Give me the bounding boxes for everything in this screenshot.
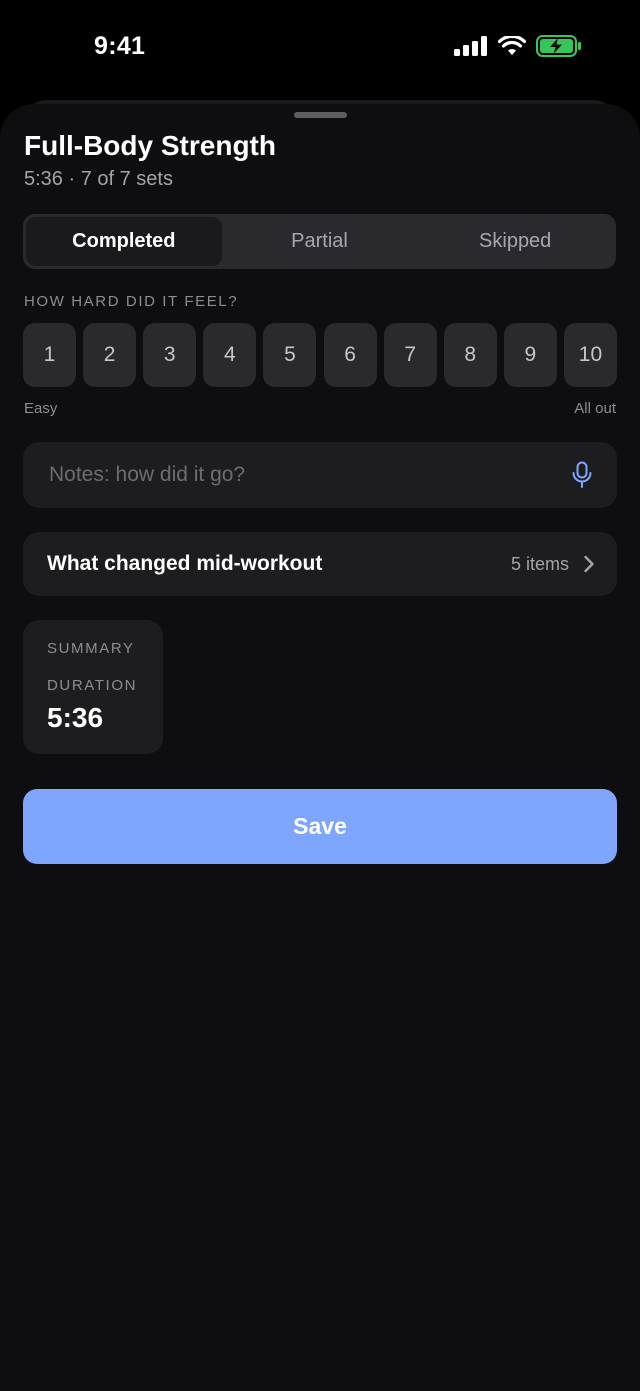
changes-label: What changed mid-workout	[47, 552, 323, 575]
summary-card: SUMMARY DURATION 5:36	[23, 620, 163, 754]
notes-field	[23, 442, 617, 508]
effort-option-4[interactable]: 4	[203, 323, 257, 387]
page-subtitle: 5:36 · 7 of 7 sets	[24, 168, 173, 190]
duration-label: DURATION	[47, 677, 138, 694]
microphone-icon[interactable]	[571, 461, 593, 489]
effort-option-2[interactable]: 2	[83, 323, 137, 387]
completion-segmented-control: Completed Partial Skipped	[23, 214, 616, 269]
effort-rating-row: 1 2 3 4 5 6 7 8 9 10	[23, 323, 617, 387]
wifi-icon	[498, 36, 526, 55]
battery-charging-icon	[536, 35, 581, 57]
segment-completed[interactable]: Completed	[26, 217, 222, 266]
workout-summary-sheet: Full-Body Strength 5:36 · 7 of 7 sets Co…	[0, 104, 640, 1391]
effort-option-10[interactable]: 10	[563, 323, 617, 387]
status-bar: 9:41	[0, 0, 640, 100]
duration-value: 5:36	[47, 702, 104, 733]
cellular-signal-icon	[454, 36, 487, 56]
page-title: Full-Body Strength	[24, 130, 276, 161]
mid-workout-changes-row[interactable]: What changed mid-workout 5 items	[23, 532, 617, 596]
effort-question: HOW HARD DID IT FEEL?	[24, 293, 239, 310]
sheet-grabber[interactable]	[294, 112, 347, 118]
chevron-right-icon	[584, 555, 594, 573]
effort-option-1[interactable]: 1	[23, 323, 76, 387]
segment-skipped[interactable]: Skipped	[417, 217, 613, 266]
segment-partial[interactable]: Partial	[222, 217, 418, 266]
notes-input[interactable]	[47, 442, 547, 508]
changes-count: 5 items	[510, 554, 569, 574]
effort-option-7[interactable]: 7	[383, 323, 437, 387]
effort-option-5[interactable]: 5	[263, 323, 317, 387]
effort-option-6[interactable]: 6	[323, 323, 377, 387]
status-time: 9:41	[94, 32, 146, 60]
effort-max-label: All out	[574, 400, 616, 417]
effort-option-8[interactable]: 8	[443, 323, 497, 387]
effort-option-9[interactable]: 9	[503, 323, 557, 387]
save-button[interactable]: Save	[23, 789, 617, 864]
status-icons	[454, 35, 582, 57]
effort-option-3[interactable]: 3	[143, 323, 197, 387]
effort-min-label: Easy	[24, 400, 58, 417]
summary-title: SUMMARY	[47, 640, 135, 657]
